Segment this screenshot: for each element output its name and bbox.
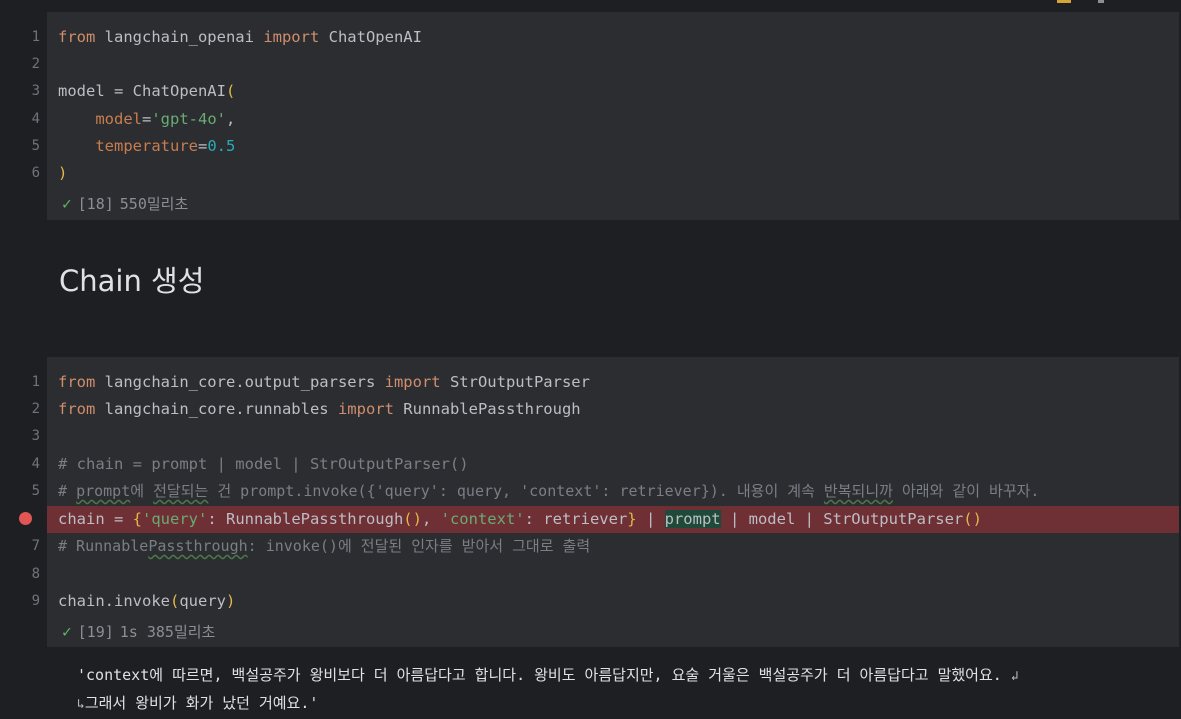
line-number: 3 [31, 428, 40, 444]
line-number: 6 [31, 165, 40, 181]
breakpoint-icon[interactable] [19, 512, 32, 525]
line-number: 4 [31, 111, 40, 127]
line-number: 2 [31, 401, 40, 417]
code-line[interactable]: chain.invoke(query) [58, 588, 235, 616]
cell-output-line: 'context에 따르면, 백설공주가 왕비보다 더 아름답다고 합니다. 왕… [77, 661, 1019, 691]
code-line[interactable]: model = ChatOpenAI( [58, 78, 235, 106]
code-line[interactable]: chain = {'query': RunnablePassthrough(),… [58, 506, 982, 534]
line-number: 7 [31, 538, 40, 554]
section-heading: Chain 생성 [59, 264, 205, 298]
top-indicator [1098, 0, 1104, 3]
code-line[interactable]: from langchain_openai import ChatOpenAI [58, 24, 422, 52]
code-line[interactable]: temperature=0.5 [58, 133, 235, 161]
line-number: 8 [31, 566, 40, 582]
line-number: 4 [31, 456, 40, 472]
exec-count: [19] [77, 623, 114, 641]
code-line[interactable]: from langchain_core.runnables import Run… [58, 396, 581, 424]
code-line[interactable]: # prompt에 전달되는 건 prompt.invoke({'query':… [58, 478, 1039, 506]
code-line[interactable]: ) [58, 160, 67, 188]
code-line[interactable]: # RunnablePassthrough: invoke()에 전달된 인자를… [58, 533, 590, 561]
code-line[interactable]: from langchain_core.output_parsers impor… [58, 369, 590, 397]
check-icon: ✓ [62, 194, 72, 213]
exec-duration: 1s 385밀리초 [119, 623, 216, 641]
line-number: 5 [31, 483, 40, 499]
check-icon: ✓ [62, 622, 72, 641]
cell-status-1: ✓ [18] 550밀리초 [62, 193, 188, 215]
exec-count: [18] [77, 195, 114, 213]
output-text: 그래서 왕비가 화가 났던 거예요.' [84, 694, 319, 712]
code-line[interactable]: # chain = prompt | model | StrOutputPars… [58, 451, 469, 479]
soft-wrap-icon: ↳ [77, 697, 85, 712]
line-number: 1 [31, 374, 40, 390]
line-number: 3 [31, 83, 40, 99]
line-number: 5 [31, 138, 40, 154]
top-indicator [1057, 0, 1071, 3]
code-line[interactable]: model='gpt-4o', [58, 106, 235, 134]
cell-status-2: ✓ [19] 1s 385밀리초 [62, 621, 215, 643]
line-number: 2 [31, 56, 40, 72]
output-text: 'context에 따르면, 백설공주가 왕비보다 더 아름답다고 합니다. 왕… [77, 666, 1002, 684]
line-number: 1 [31, 29, 40, 45]
cell-output-line: ↳그래서 왕비가 화가 났던 거예요.' [77, 689, 318, 719]
line-number: 9 [31, 593, 40, 609]
soft-wrap-icon: ↲ [1010, 669, 1019, 684]
exec-duration: 550밀리초 [119, 195, 189, 213]
